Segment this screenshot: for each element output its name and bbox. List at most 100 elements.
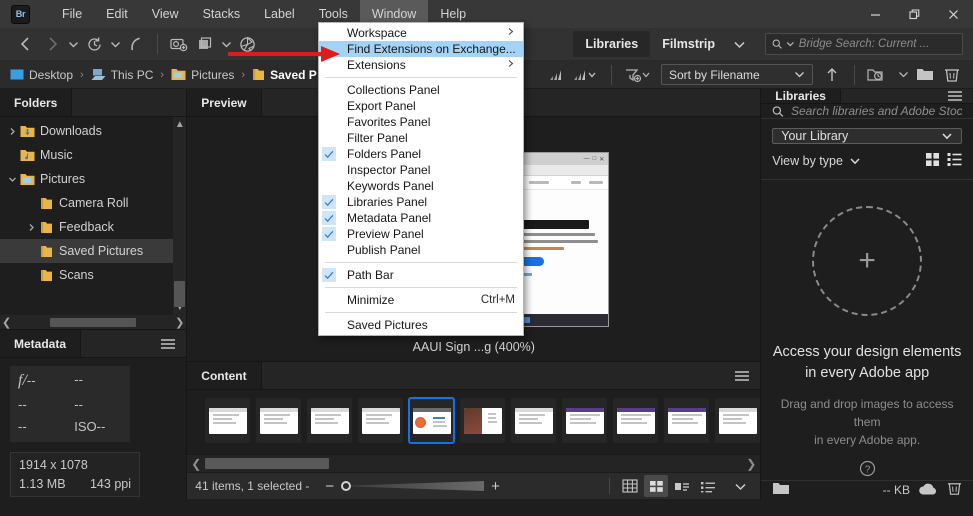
- thumbnail-item[interactable]: [460, 398, 506, 443]
- minimize-button[interactable]: [856, 0, 895, 28]
- scroll-right-icon[interactable]: ❯: [175, 316, 184, 329]
- add-asset-dropzone[interactable]: +: [812, 206, 923, 316]
- grid-view-icon[interactable]: [925, 152, 940, 170]
- folder-item-saved-pictures[interactable]: Saved Pictures: [0, 239, 187, 263]
- menu-item-keywords-panel[interactable]: Keywords Panel: [319, 178, 523, 194]
- refine-icon[interactable]: [193, 32, 217, 56]
- thumbnail-item[interactable]: [613, 398, 659, 443]
- breadcrumb-item-saved-p[interactable]: Saved P: [252, 68, 317, 82]
- content-scroll-right-icon[interactable]: ❯: [746, 457, 756, 471]
- list-view-icon[interactable]: [696, 475, 720, 497]
- get-photos-from-camera-icon[interactable]: [167, 32, 191, 56]
- grid-large-icon[interactable]: [618, 475, 642, 497]
- thumbnail-item[interactable]: [205, 398, 251, 443]
- chevron-right-icon[interactable]: [6, 127, 19, 136]
- list-view-icon[interactable]: [947, 152, 962, 170]
- back-icon[interactable]: [14, 32, 38, 56]
- bridge-search[interactable]: [765, 33, 963, 55]
- workspace-tab-libraries[interactable]: Libraries: [573, 31, 651, 57]
- slider-knob[interactable]: [341, 481, 352, 491]
- sort-select[interactable]: Sort by Filename: [661, 64, 813, 85]
- tab-folders[interactable]: Folders: [0, 89, 73, 116]
- bridge-search-input[interactable]: [798, 38, 956, 50]
- thumbnail-item[interactable]: [511, 398, 557, 443]
- folders-hscroll-thumb[interactable]: [50, 317, 137, 327]
- menu-item-publish-panel[interactable]: Publish Panel: [319, 242, 523, 258]
- search-dropdown-icon[interactable]: [786, 39, 795, 49]
- new-folder-dropdown-icon[interactable]: [896, 64, 910, 86]
- forward-icon[interactable]: [40, 32, 64, 56]
- help-icon[interactable]: ?: [859, 460, 876, 480]
- menu-file[interactable]: File: [50, 0, 94, 28]
- menu-item-folders-panel[interactable]: Folders Panel: [319, 146, 523, 162]
- menu-item-filter-panel[interactable]: Filter Panel: [319, 130, 523, 146]
- breadcrumb-item-desktop[interactable]: Desktop: [10, 68, 73, 82]
- chevron-down-icon[interactable]: [6, 175, 19, 184]
- new-folder-recent-icon[interactable]: [865, 64, 893, 86]
- menu-edit[interactable]: Edit: [94, 0, 140, 28]
- close-button[interactable]: [934, 0, 973, 28]
- libraries-panel-menu-icon[interactable]: [947, 89, 973, 103]
- tab-content[interactable]: Content: [187, 362, 262, 389]
- library-select[interactable]: Your Library: [772, 128, 962, 144]
- menu-item-export-panel[interactable]: Export Panel: [319, 98, 523, 114]
- thumbnail-item[interactable]: [664, 398, 710, 443]
- menu-item-find-extensions-on-exchange[interactable]: Find Extensions on Exchange...: [319, 41, 523, 57]
- grid-icon[interactable]: [644, 475, 669, 497]
- content-horizontal-scrollbar[interactable]: ❮ ❯: [187, 454, 761, 472]
- workspace-more-chevron-icon[interactable]: [727, 32, 751, 56]
- menu-stacks[interactable]: Stacks: [191, 0, 253, 28]
- delete-icon[interactable]: [940, 64, 964, 86]
- filter-items-icon[interactable]: [622, 64, 654, 86]
- new-library-folder-icon[interactable]: [772, 481, 790, 499]
- filter-dropdown-icon[interactable]: [571, 64, 601, 86]
- folders-vscroll-thumb[interactable]: [174, 281, 186, 307]
- chevron-down-icon[interactable]: [849, 155, 861, 167]
- menu-item-libraries-panel[interactable]: Libraries Panel: [319, 194, 523, 210]
- details-view-icon[interactable]: [670, 475, 694, 497]
- folders-horizontal-scrollbar[interactable]: ❮ ❯: [0, 315, 187, 329]
- workspace-tab-filmstrip[interactable]: Filmstrip: [650, 31, 727, 57]
- new-folder-icon[interactable]: [913, 64, 937, 86]
- folder-item-pictures[interactable]: Pictures: [0, 167, 186, 191]
- metadata-panel-menu-icon[interactable]: [160, 330, 186, 357]
- tab-metadata[interactable]: Metadata: [0, 330, 82, 357]
- history-dropdown-icon[interactable]: [108, 39, 122, 50]
- content-hscroll-thumb[interactable]: [205, 458, 330, 469]
- view-options-chevron-icon[interactable]: [728, 475, 752, 497]
- zoom-in-button[interactable]: +: [491, 479, 500, 494]
- zoom-out-button[interactable]: −: [325, 479, 334, 494]
- menu-view[interactable]: View: [140, 0, 191, 28]
- libraries-search-input[interactable]: [791, 104, 962, 118]
- menu-item-inspector-panel[interactable]: Inspector Panel: [319, 162, 523, 178]
- delete-library-icon[interactable]: [947, 481, 962, 499]
- breadcrumb-item-this-pc[interactable]: This PC: [91, 68, 153, 82]
- folder-item-downloads[interactable]: Downloads: [0, 119, 186, 143]
- menu-item-path-bar[interactable]: Path Bar: [319, 267, 523, 283]
- tab-preview[interactable]: Preview: [187, 89, 262, 116]
- boomerang-icon[interactable]: [124, 32, 148, 56]
- thumbnail-size-slider[interactable]: − +: [325, 479, 500, 494]
- libraries-dropzone[interactable]: + Access your design elements in every A…: [761, 180, 973, 480]
- content-panel-menu-icon[interactable]: [734, 362, 760, 389]
- menu-item-favorites-panel[interactable]: Favorites Panel: [319, 114, 523, 130]
- breadcrumb-item-pictures[interactable]: Pictures: [171, 68, 234, 82]
- view-by-label[interactable]: View by type: [772, 154, 843, 168]
- thumbnail-item[interactable]: [715, 398, 761, 443]
- thumbnail-item[interactable]: [256, 398, 302, 443]
- folder-item-scans[interactable]: Scans: [0, 263, 186, 287]
- folder-item-feedback[interactable]: Feedback: [0, 215, 186, 239]
- filter-icon[interactable]: [544, 64, 568, 86]
- menu-item-metadata-panel[interactable]: Metadata Panel: [319, 210, 523, 226]
- chevron-right-icon[interactable]: [25, 223, 38, 232]
- recent-dropdown-icon[interactable]: [66, 39, 80, 50]
- folder-item-music[interactable]: Music: [0, 143, 186, 167]
- thumbnail-item[interactable]: [562, 398, 608, 443]
- menu-item-workspace[interactable]: Workspace: [319, 25, 523, 41]
- menu-item-extensions[interactable]: Extensions: [319, 57, 523, 73]
- window-menu-dropdown[interactable]: Workspace Find Extensions on Exchange... E…: [318, 22, 524, 336]
- libraries-search[interactable]: [761, 104, 973, 119]
- menu-item-preview-panel[interactable]: Preview Panel: [319, 226, 523, 242]
- menu-item-saved-pictures[interactable]: Saved Pictures: [319, 317, 523, 333]
- thumbnail-item[interactable]: [307, 398, 353, 443]
